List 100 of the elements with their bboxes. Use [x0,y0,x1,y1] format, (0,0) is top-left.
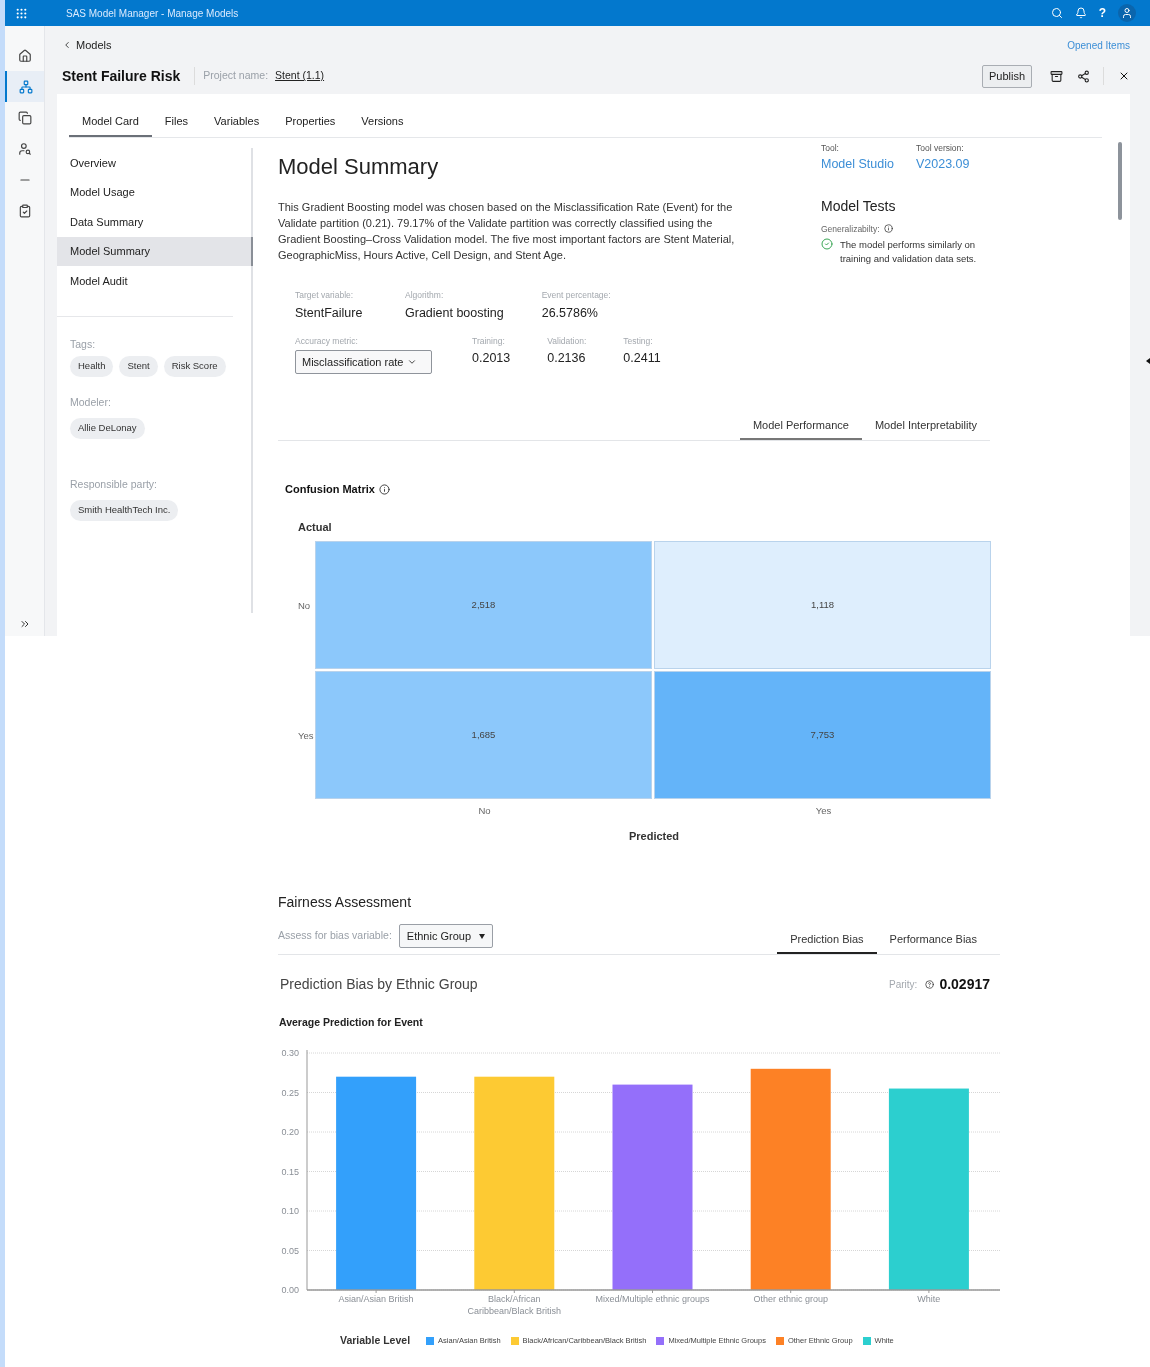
app-menu-icon[interactable] [15,6,28,20]
test-label: Generalizabilty: [821,222,880,236]
y-tick-label: 0.30 [281,1047,299,1058]
fact-value: Gradient boosting [405,304,504,322]
expand-icon[interactable] [18,618,31,630]
copy-icon[interactable] [17,110,32,125]
responsible-party-label: Responsible party: [70,476,158,492]
user-search-icon[interactable] [17,141,32,156]
score-label: Testing: [623,334,654,348]
model-title: Stent Failure Risk [62,66,181,86]
tab[interactable]: Model Performance [739,412,862,441]
nav-item[interactable]: Model Audit [57,266,253,296]
x-tick-label: Asian/Asian British [337,1292,415,1306]
nav-item[interactable]: Data Summary [57,207,253,237]
models-back-link[interactable]: Models [62,36,112,54]
fact-value: StentFailure [295,304,364,322]
x-tick-label: Black/African Caribbean/Black British [466,1292,563,1317]
axis-title: Predicted [628,828,680,844]
project-link[interactable]: Stent (1.1) [275,68,325,84]
tags-label: Tags: [70,336,97,352]
axis-title: Actual [298,519,332,535]
publish-button[interactable]: Publish [981,64,1032,88]
tab[interactable]: Versions [348,108,417,137]
matrix-cell: 7,753 [654,671,991,800]
accuracy-metric-dropdown[interactable]: Misclassification rate [295,350,432,375]
y-tick-label: 0.00 [281,1284,299,1293]
info-icon[interactable] [883,224,893,234]
clipboard-icon[interactable] [17,203,32,218]
tag: Stent [119,356,158,377]
tag: Risk Score [163,356,226,377]
matrix-cell: 1,118 [654,541,991,670]
accuracy-metric-label: Accuracy metric: [295,334,359,348]
model-tests-title: Model Tests [821,196,897,216]
confusion-matrix-title: Confusion Matrix [285,482,375,498]
chart-heading: Prediction Bias by Ethnic Group [280,975,478,994]
share-icon[interactable] [1077,69,1090,83]
fact-value: 26.5786% [541,304,599,322]
search-icon[interactable] [1050,7,1063,19]
column-label: Yes [815,804,832,819]
chevron-left-icon [62,40,72,50]
nav-item[interactable]: Overview [57,148,253,178]
network-icon[interactable] [18,79,33,94]
matrix-cell: 1,685 [315,671,652,800]
y-tick-label: 0.05 [281,1245,299,1256]
modeler-label: Modeler: [70,394,112,410]
home-icon[interactable] [17,48,32,63]
scrollbar-thumb[interactable] [1118,142,1122,220]
tool-version-link[interactable]: V2023.09 [915,154,970,174]
modeler-tag: Allie DeLonay [70,418,145,439]
tool-label: Tool: [821,142,840,155]
help-icon[interactable] [925,980,935,989]
tool-link[interactable]: Model Studio [821,154,894,174]
nav-item[interactable]: Model Summary [57,236,253,266]
score-value: 0.2136 [547,350,587,368]
section-title: Fairness Assessment [278,893,412,912]
tab[interactable]: Model Interpretability [861,412,990,441]
collapse-arrow-icon[interactable] [1146,358,1150,364]
tab[interactable]: Performance Bias [876,926,990,954]
y-tick-label: 0.15 [281,1166,299,1177]
app-title: SAS Model Manager - Manage Models [66,6,239,21]
project-label: Project name: [203,68,269,84]
user-icon [1121,7,1133,19]
x-tick-label: Other ethnic group [752,1292,829,1306]
score-label: Validation: [547,334,587,348]
parity-label: Parity: [889,978,918,992]
score-value: 0.2013 [472,350,511,368]
fact-label: Algorithm: [405,289,445,302]
bias-variable-label: Assess for bias variable: [278,928,392,944]
tab[interactable]: Properties [272,108,349,137]
tab[interactable]: Variables [201,108,273,137]
close-icon[interactable] [1118,70,1130,82]
user-avatar-button[interactable] [1118,4,1136,22]
archive-icon[interactable] [1050,69,1063,83]
x-tick-label: White [916,1292,942,1306]
row-label: No [297,599,312,614]
chart-title: Average Prediction for Event [279,1015,423,1030]
tag: Health [70,356,114,377]
x-tick-label: Mixed/Multiple ethnic groups [594,1292,711,1306]
bell-icon[interactable] [1074,7,1087,19]
test-result-text: The model performs similarly on training and validation data sets. [840,238,978,267]
tab[interactable]: Prediction Bias [777,926,877,954]
matrix-cell: 2,518 [315,541,652,670]
tab[interactable]: Model Card [69,108,152,137]
fact-label: Target variable: [295,289,355,302]
score-label: Training: [472,334,506,348]
y-tick-label: 0.25 [281,1087,299,1098]
caret-down-icon [479,933,485,939]
y-tick-label: 0.20 [281,1126,299,1137]
fact-label: Event percentage: [541,289,611,302]
legend-title: Variable Level [340,1332,411,1348]
parity-value: 0.02917 [939,975,990,994]
y-tick-label: 0.10 [281,1205,299,1216]
row-label: Yes [297,729,315,744]
help-button[interactable]: ? [1098,7,1106,19]
column-label: No [478,804,491,819]
bias-variable-dropdown[interactable]: Ethnic Group [398,924,493,948]
tab[interactable]: Files [151,108,202,137]
nav-item[interactable]: Model Usage [57,177,253,207]
info-icon[interactable] [378,484,390,495]
summary-paragraph: This Gradient Boosting model was chosen based on the Misclassification Rate (Event) for the Validate partition (0.21). 79.17% of the Validate partition was correctly classified using the Gradient Boosting–Cross Validation model. The five most important factors are Stent Material, GeographicMiss, Hours Active, Cell Design, and Stent Age. [278,200,736,263]
